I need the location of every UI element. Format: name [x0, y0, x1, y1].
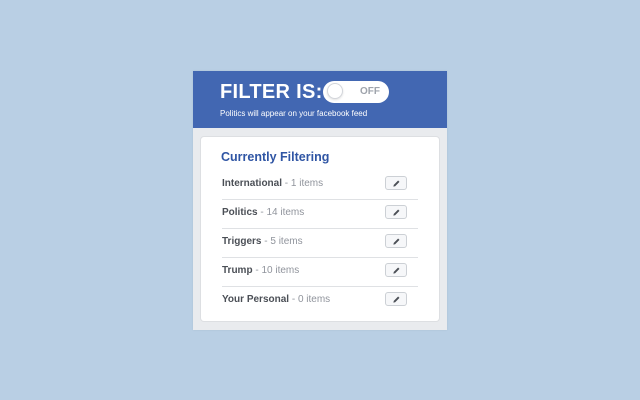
currently-filtering-title: Currently Filtering	[221, 150, 330, 164]
filter-list-item-your-personal[interactable]: Your Personal - 0 items	[222, 287, 418, 316]
filter-item-text: Politics - 14 items	[222, 207, 304, 219]
pencil-icon	[393, 267, 400, 274]
popup-header: FILTER IS: OFF Politics will appear on y…	[193, 71, 447, 128]
filter-item-text: Your Personal - 0 items	[222, 294, 330, 306]
filter-item-name: International	[222, 178, 283, 189]
filter-item-name: Trump	[222, 265, 253, 276]
edit-triggers-button[interactable]	[385, 234, 407, 248]
filter-list-item-trump[interactable]: Trump - 10 items	[222, 258, 418, 287]
currently-filtering-card: Currently Filtering International - 1 it…	[201, 137, 439, 321]
toggle-knob[interactable]	[327, 83, 343, 99]
edit-trump-button[interactable]	[385, 263, 407, 277]
filter-item-text: Triggers - 5 items	[222, 236, 303, 248]
pencil-icon	[393, 238, 400, 245]
toggle-state-label: OFF	[360, 86, 380, 97]
filter-list-item-international[interactable]: International - 1 items	[222, 171, 418, 200]
pencil-icon	[393, 296, 400, 303]
filter-item-count: - 14 items	[260, 207, 305, 218]
filter-item-name: Politics	[222, 207, 258, 218]
edit-your-personal-button[interactable]	[385, 292, 407, 306]
filter-item-name: Your Personal	[222, 294, 290, 305]
filter-item-text: International - 1 items	[222, 178, 323, 190]
filter-item-count: - 5 items	[264, 236, 303, 247]
filter-status-title: FILTER IS:	[220, 81, 323, 103]
filter-item-count: - 10 items	[255, 265, 300, 276]
filter-item-name: Triggers	[222, 236, 262, 247]
filter-item-count: - 0 items	[291, 294, 331, 305]
filter-item-text: Trump - 10 items	[222, 265, 299, 277]
edit-politics-button[interactable]	[385, 205, 407, 219]
edit-international-button[interactable]	[385, 176, 407, 190]
pencil-icon	[393, 180, 400, 187]
filter-list-item-politics[interactable]: Politics - 14 items	[222, 200, 418, 229]
filter-list-item-triggers[interactable]: Triggers - 5 items	[222, 229, 418, 258]
pencil-icon	[393, 209, 400, 216]
filter-toggle[interactable]: OFF	[323, 81, 389, 103]
filter-item-count: - 1 items	[284, 178, 324, 189]
filter-popup: FILTER IS: OFF Politics will appear on y…	[193, 71, 447, 330]
filter-status-subtitle: Politics will appear on your facebook fe…	[220, 109, 368, 118]
